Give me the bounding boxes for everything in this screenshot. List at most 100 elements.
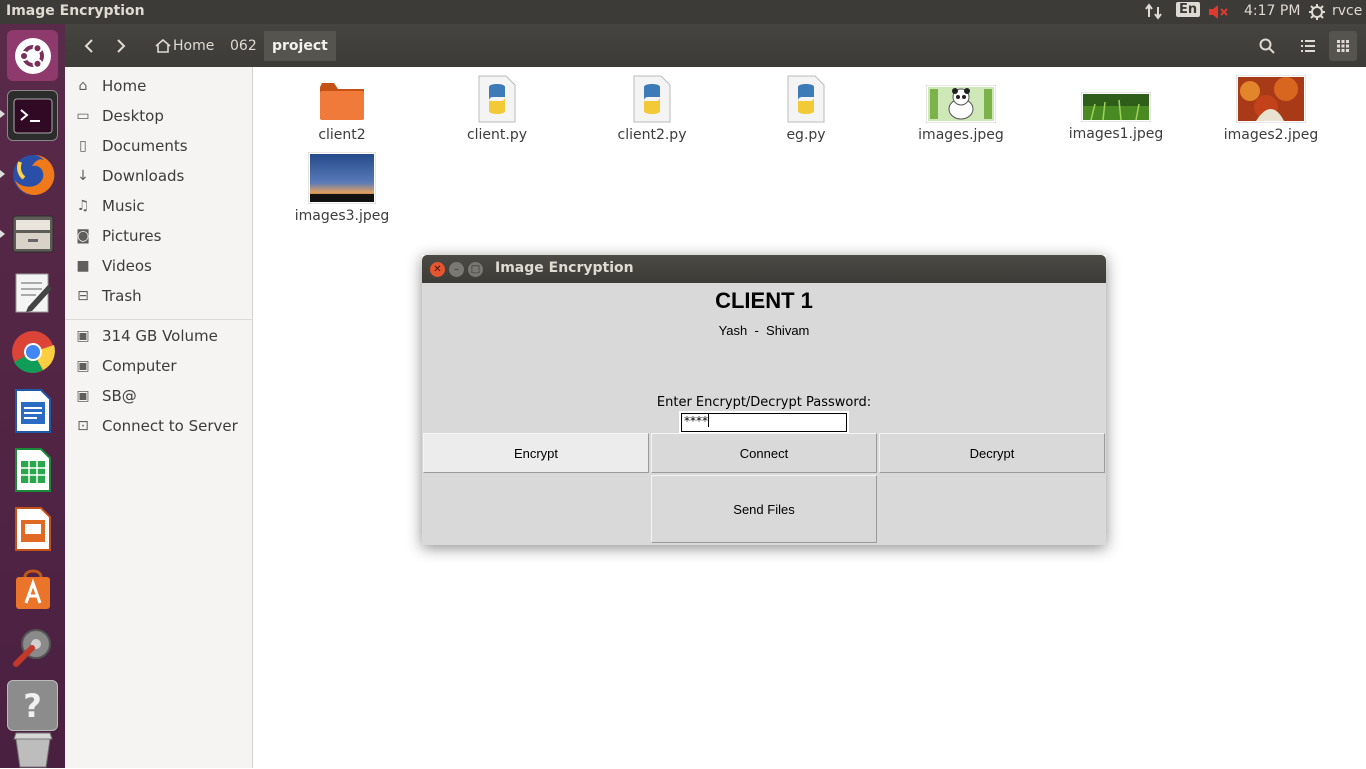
launcher-running-indicator bbox=[0, 230, 5, 238]
videos-icon: ■ bbox=[76, 258, 90, 274]
files-icon[interactable] bbox=[7, 208, 58, 259]
connect-button[interactable]: Connect bbox=[651, 433, 877, 473]
launcher-running-indicator bbox=[0, 110, 5, 118]
file-item-client-py[interactable]: client.py bbox=[432, 75, 562, 143]
sidebar-item-desktop[interactable]: ▭ Desktop bbox=[65, 101, 253, 131]
python-file-icon bbox=[633, 75, 671, 123]
maximize-icon[interactable]: □ bbox=[468, 262, 483, 277]
image-encryption-window: ✕ – □ Image Encryption CLIENT 1 Yash - S… bbox=[422, 255, 1106, 545]
decrypt-button[interactable]: Decrypt bbox=[879, 433, 1105, 473]
sidebar-item-home[interactable]: ⌂ Home bbox=[65, 71, 253, 101]
file-name: images1.jpeg bbox=[1068, 126, 1164, 142]
sidebar-item-music[interactable]: ♫ Music bbox=[65, 191, 253, 221]
sidebar-item-label: Music bbox=[102, 197, 145, 215]
active-app-title: Image Encryption bbox=[6, 3, 145, 19]
sidebar-item-computer[interactable]: ▣ Computer bbox=[65, 351, 253, 381]
chevron-right-icon bbox=[117, 39, 126, 53]
calc-icon[interactable] bbox=[7, 444, 58, 495]
file-name: client2.py bbox=[617, 127, 687, 143]
user-name[interactable]: rvce bbox=[1332, 3, 1362, 19]
file-name: client2 bbox=[318, 127, 366, 143]
downloads-icon: ↓ bbox=[77, 168, 89, 184]
sidebar-item-label: Trash bbox=[102, 287, 142, 305]
file-item-client2-py[interactable]: client2.py bbox=[587, 75, 717, 143]
python-file-icon bbox=[478, 75, 516, 123]
breadcrumb-project[interactable]: project bbox=[264, 31, 336, 61]
image-thumbnail-icon bbox=[307, 151, 377, 205]
sidebar-item-pictures[interactable]: ◙ Pictures bbox=[65, 221, 253, 251]
terminal-icon[interactable] bbox=[7, 90, 58, 141]
trash-icon[interactable] bbox=[7, 729, 58, 769]
sidebar-item-label: 314 GB Volume bbox=[102, 327, 218, 345]
sidebar-item-label: Desktop bbox=[102, 107, 164, 125]
minimize-icon[interactable]: – bbox=[449, 262, 464, 277]
window-title: Image Encryption bbox=[495, 260, 634, 276]
text-cursor bbox=[708, 414, 709, 427]
sidebar-item-downloads[interactable]: ↓ Downloads bbox=[65, 161, 253, 191]
encrypt-button[interactable]: Encrypt bbox=[423, 433, 649, 473]
software-center-icon[interactable] bbox=[7, 562, 58, 613]
volume-muted-icon[interactable] bbox=[1207, 3, 1229, 25]
trash-icon: ⊟ bbox=[77, 288, 89, 304]
sidebar-item-documents[interactable]: ▯ Documents bbox=[65, 131, 253, 161]
image-thumbnail-icon bbox=[1080, 91, 1152, 123]
sidebar-item-trash[interactable]: ⊟ Trash bbox=[65, 281, 253, 311]
file-item-images2-jpeg[interactable]: images2.jpeg bbox=[1206, 74, 1336, 143]
keyboard-layout-icon[interactable]: En bbox=[1176, 2, 1201, 17]
close-icon[interactable]: ✕ bbox=[430, 262, 445, 277]
file-name: images3.jpeg bbox=[294, 208, 390, 224]
dialog-body: CLIENT 1 Yash - Shivam Enter Encrypt/Dec… bbox=[422, 283, 1106, 545]
python-file-icon bbox=[787, 75, 825, 123]
sidebar-item-connect-to-server[interactable]: ⊡ Connect to Server bbox=[65, 411, 253, 441]
breadcrumb-062[interactable]: 062 bbox=[222, 31, 265, 61]
chrome-icon[interactable] bbox=[7, 326, 58, 377]
file-item-images-jpeg[interactable]: images.jpeg bbox=[896, 84, 1026, 143]
send-files-button[interactable]: Send Files bbox=[651, 475, 877, 543]
system-settings-icon[interactable] bbox=[7, 621, 58, 672]
author-names: Yash - Shivam bbox=[718, 323, 810, 338]
text-editor-icon[interactable] bbox=[7, 267, 58, 318]
breadcrumb-label: project bbox=[272, 38, 328, 54]
breadcrumb-label: 062 bbox=[230, 38, 257, 54]
firefox-icon[interactable] bbox=[7, 149, 58, 200]
folder-icon bbox=[318, 79, 366, 123]
file-item-images3-jpeg[interactable]: images3.jpeg bbox=[277, 151, 407, 224]
back-button[interactable] bbox=[75, 31, 103, 61]
sidebar-item-label: Videos bbox=[102, 257, 152, 275]
network-updown-icon[interactable] bbox=[1145, 3, 1163, 25]
breadcrumb-home[interactable]: Home bbox=[147, 31, 222, 61]
image-thumbnail-icon bbox=[1235, 74, 1307, 124]
file-name: images.jpeg bbox=[918, 127, 1004, 143]
search-button[interactable] bbox=[1253, 31, 1281, 61]
places-sidebar: ⌂ Home ▭ Desktop ▯ Documents ↓ Downloads… bbox=[65, 67, 253, 768]
desktop-icon: ▭ bbox=[76, 108, 90, 124]
password-input[interactable]: **** bbox=[679, 411, 849, 434]
power-gear-icon[interactable] bbox=[1308, 3, 1326, 25]
documents-icon: ▯ bbox=[79, 138, 87, 154]
home-icon bbox=[155, 39, 171, 53]
impress-icon[interactable] bbox=[7, 503, 58, 554]
window-titlebar[interactable]: ✕ – □ Image Encryption bbox=[422, 255, 1106, 283]
drive-icon: ▣ bbox=[76, 328, 90, 344]
writer-icon[interactable] bbox=[7, 385, 58, 436]
forward-button[interactable] bbox=[107, 31, 135, 61]
home-icon: ⌂ bbox=[78, 78, 88, 94]
file-item-client2[interactable]: client2 bbox=[277, 79, 407, 143]
clock[interactable]: 4:17 PM bbox=[1244, 3, 1300, 19]
file-item-eg-py[interactable]: eg.py bbox=[741, 75, 871, 143]
sidebar-item-label: Downloads bbox=[102, 167, 185, 185]
sidebar-item-314gb-volume[interactable]: ▣ 314 GB Volume bbox=[65, 321, 253, 351]
file-name: client.py bbox=[466, 127, 528, 143]
file-item-images1-jpeg[interactable]: images1.jpeg bbox=[1051, 91, 1181, 142]
chevron-left-icon bbox=[84, 39, 93, 53]
server-icon: ⊡ bbox=[77, 418, 89, 434]
sidebar-item-videos[interactable]: ■ Videos bbox=[65, 251, 253, 281]
grid-view-button[interactable] bbox=[1329, 31, 1357, 61]
sidebar-item-sb[interactable]: ▣ SB@ bbox=[65, 381, 253, 411]
search-icon bbox=[1259, 38, 1275, 54]
pictures-icon: ◙ bbox=[76, 228, 90, 244]
sidebar-divider bbox=[65, 319, 253, 320]
list-view-button[interactable] bbox=[1294, 31, 1322, 61]
help-icon[interactable]: ? bbox=[7, 680, 58, 731]
ubuntu-dash-icon[interactable] bbox=[7, 30, 58, 81]
